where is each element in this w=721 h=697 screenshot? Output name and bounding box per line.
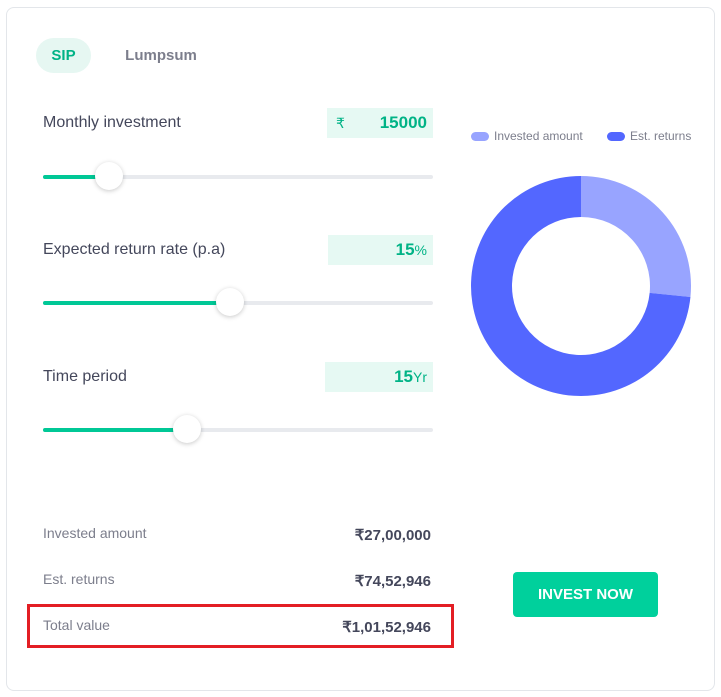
return-rate-value: 15 xyxy=(395,240,415,259)
time-period-field[interactable]: 15Yr xyxy=(325,362,433,392)
donut-chart xyxy=(471,176,691,396)
monthly-investment-value: 15000 xyxy=(379,113,427,132)
monthly-investment-label: Monthly investment xyxy=(43,114,181,131)
time-period-value: 15 xyxy=(394,367,413,386)
legend-invested-label: Invested amount xyxy=(494,129,583,143)
tab-sip[interactable]: SIP xyxy=(36,38,91,73)
legend-returns: Est. returns xyxy=(607,129,691,143)
est-returns-value: ₹74,52,946 xyxy=(354,573,431,590)
invested-amount-label: Invested amount xyxy=(43,525,147,541)
legend-swatch xyxy=(607,132,625,142)
return-rate-label: Expected return rate (p.a) xyxy=(43,241,226,258)
rupee-icon: ₹ xyxy=(336,115,345,131)
return-rate-field[interactable]: 15% xyxy=(328,235,433,265)
monthly-investment-slider[interactable] xyxy=(43,162,433,190)
invested-amount-value: ₹27,00,000 xyxy=(354,527,431,544)
legend-returns-label: Est. returns xyxy=(630,129,692,143)
percent-unit: % xyxy=(414,242,427,258)
slider-fill xyxy=(43,428,188,432)
legend-invested: Invested amount xyxy=(471,129,583,143)
total-value-label: Total value xyxy=(43,617,110,633)
slider-fill xyxy=(43,301,231,305)
est-returns-label: Est. returns xyxy=(43,571,115,587)
monthly-investment-field[interactable]: ₹ 15000 xyxy=(327,108,433,138)
legend-swatch xyxy=(471,132,489,142)
time-period-label: Time period xyxy=(43,368,127,385)
donut-slice-invested xyxy=(581,176,691,297)
return-rate-slider[interactable] xyxy=(43,288,433,316)
tab-lumpsum[interactable]: Lumpsum xyxy=(111,38,211,73)
year-unit: Yr xyxy=(413,369,427,385)
invest-now-button[interactable]: INVEST NOW xyxy=(513,572,658,617)
total-value-value: ₹1,01,52,946 xyxy=(342,619,431,636)
slider-thumb[interactable] xyxy=(216,288,245,316)
time-period-slider[interactable] xyxy=(43,415,433,443)
